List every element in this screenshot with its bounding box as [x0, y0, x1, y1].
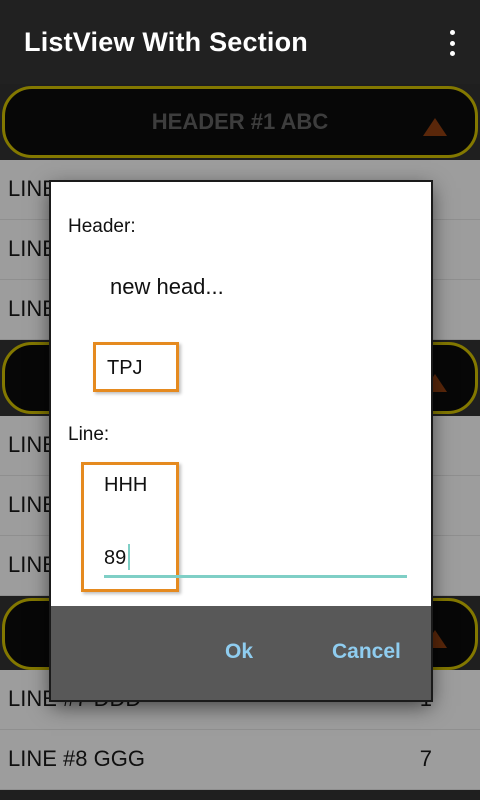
text-caret [128, 544, 131, 570]
edit-dialog: Header: new head... TPJ Line: HHH 89 Ok … [51, 182, 431, 700]
header-input[interactable]: TPJ [93, 342, 179, 392]
number-input-value: 89 [104, 547, 127, 569]
header-field-label: Header: [68, 216, 136, 237]
line-input[interactable]: HHH [104, 474, 147, 497]
line-field-label: Line: [68, 424, 110, 445]
app-bar: ListView With Section [0, 0, 480, 84]
ok-button[interactable]: Ok [225, 640, 253, 664]
header-input-value: TPJ [107, 357, 143, 379]
app-title: ListView With Section [24, 26, 308, 57]
more-vert-icon[interactable] [448, 30, 456, 56]
dialog-button-bar: Ok Cancel [51, 606, 431, 700]
cancel-button[interactable]: Cancel [332, 640, 401, 664]
number-input[interactable]: 89 [104, 544, 407, 578]
header-hint-text: new head... [110, 274, 224, 299]
